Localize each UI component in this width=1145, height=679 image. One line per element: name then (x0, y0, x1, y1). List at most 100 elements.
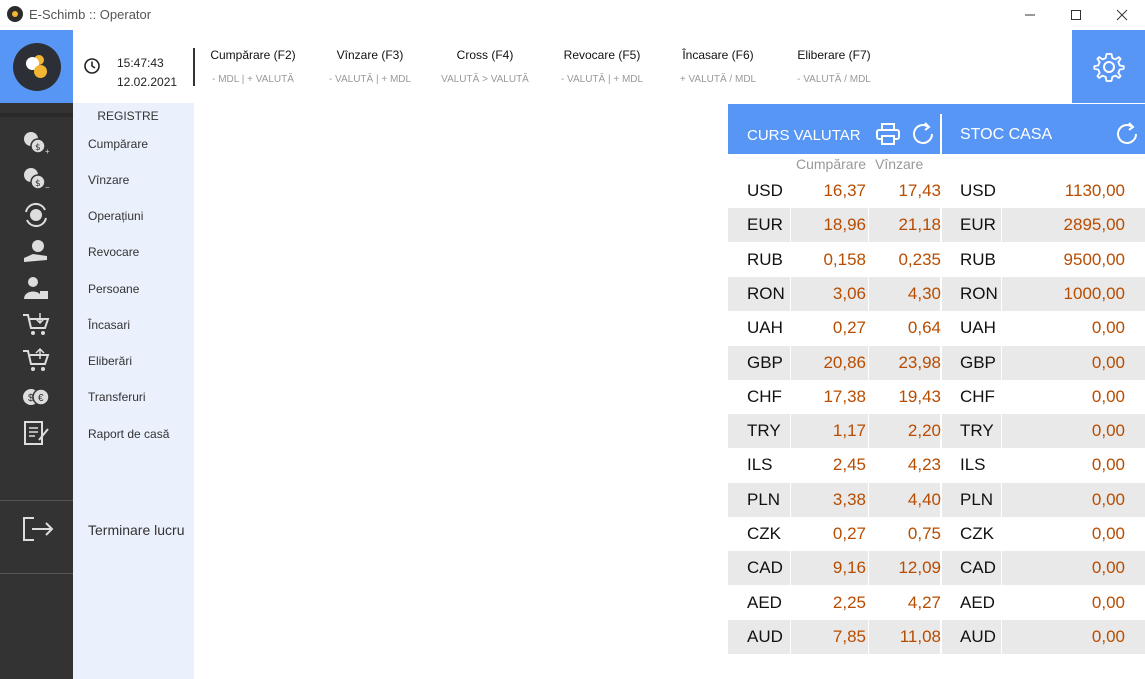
stock-amount: 9500,00 (1063, 249, 1125, 269)
rate-currency-code: CAD (747, 558, 783, 578)
sell-rate: 4,23 (907, 455, 941, 475)
rate-currency-code: AED (747, 592, 782, 612)
settings-button[interactable] (1072, 30, 1145, 103)
sell-rate: 11,08 (899, 626, 941, 646)
minimize-button[interactable] (1007, 0, 1053, 30)
stock-currency-code: RON (960, 283, 998, 303)
receipts-cart-icon[interactable] (21, 311, 51, 337)
sidebar-item-cash-report[interactable]: Raport de casă (88, 427, 169, 441)
close-button[interactable] (1099, 0, 1145, 30)
refresh-stock-icon[interactable] (1114, 121, 1140, 147)
sidebar-item-sell[interactable]: Vînzare (88, 173, 129, 187)
operations-icon[interactable] (21, 202, 51, 228)
maximize-button[interactable] (1053, 0, 1099, 30)
svg-text:−: − (45, 183, 50, 192)
stock-cell: AUD 0,00 (942, 619, 1145, 654)
operation-label: Încasare (F6) (682, 48, 754, 62)
logo-icon (12, 42, 61, 91)
rate-currency-code: PLN (747, 489, 781, 509)
revoke-operation-button[interactable]: Revocare (F5) - VALUTĂ | + MDL (554, 48, 650, 85)
currency-row: PLN 3,38 4,40 PLN 0,00 (728, 482, 1145, 517)
transfers-icon[interactable]: $ € (21, 384, 51, 410)
operation-label: Cross (F4) (456, 48, 514, 62)
svg-text:$: $ (35, 179, 41, 189)
rate-currency-code: USD (747, 181, 783, 200)
rate-cell: GBP 20,86 23,98 (728, 345, 941, 380)
stock-cell: RUB 9500,00 (942, 242, 1145, 277)
stock-cell: AED 0,00 (942, 585, 1145, 620)
buy-column-caption: Cumpărare (796, 156, 867, 172)
release-operation-button[interactable]: Eliberare (F7) - VALUTĂ / MDL (786, 48, 882, 85)
sell-rate: 19,43 (898, 386, 941, 406)
sell-rate: 4,40 (907, 489, 941, 509)
stock-amount: 0,00 (1091, 592, 1125, 612)
stock-cell: RON 1000,00 (942, 276, 1145, 311)
buy-rate: 17,38 (823, 386, 866, 406)
rate-currency-code: ILS (747, 455, 773, 475)
current-time: 15:47:43 (117, 56, 164, 70)
cross-operation-button[interactable]: Cross (F4) VALUTĂ > VALUTĂ (437, 48, 533, 85)
currency-row: USD 16,37 17,43 USD 1130,00 (728, 174, 1145, 208)
registers-menu: REGISTRE Cumpărare Vînzare Operațiuni Re… (73, 103, 194, 679)
currency-row: RON 3,06 4,30 RON 1000,00 (728, 276, 1145, 311)
sidebar-item-revoke[interactable]: Revocare (88, 245, 139, 259)
operation-subtitle: + VALUTĂ / MDL (679, 74, 757, 85)
stock-cell: CHF 0,00 (942, 379, 1145, 414)
stock-cell: ILS 0,00 (942, 448, 1145, 483)
rate-cell: PLN 3,38 4,40 (728, 482, 941, 517)
sidebar-item-receipts[interactable]: Încasari (88, 318, 130, 332)
currency-row: UAH 0,27 0,64 UAH 0,00 (728, 311, 1145, 346)
stock-amount: 0,00 (1091, 626, 1125, 646)
buy-operation-button[interactable]: Cumpărare (F2) - MDL | + VALUTĂ (205, 48, 301, 85)
sidebar-item-releases[interactable]: Eliberări (88, 354, 132, 368)
stock-amount: 0,00 (1091, 421, 1125, 441)
rate-cell: EUR 18,96 21,18 (728, 208, 941, 243)
buy-rate: 3,38 (832, 489, 866, 509)
currency-row: ILS 2,45 4,23 ILS 0,00 (728, 448, 1145, 483)
currency-row: AED 2,25 4,27 AED 0,00 (728, 585, 1145, 620)
end-work-button[interactable]: Terminare lucru (88, 522, 184, 538)
logout-icon[interactable] (20, 514, 56, 544)
stock-amount: 0,00 (1091, 489, 1125, 509)
stock-currency-code: ILS (960, 455, 986, 475)
stock-cell: TRY 0,00 (942, 414, 1145, 449)
buy-rate: 0,27 (832, 524, 866, 543)
sidebar-item-operations[interactable]: Operațiuni (88, 209, 143, 223)
sell-rate: 0,75 (907, 524, 941, 543)
stock-cell: USD 1130,00 (942, 174, 1145, 208)
buy-currency-icon[interactable]: $ + (21, 130, 51, 156)
cash-report-icon[interactable] (21, 420, 51, 446)
persons-icon[interactable] (21, 275, 51, 301)
stock-amount: 0,00 (1091, 318, 1125, 338)
sidebar-item-buy[interactable]: Cumpărare (88, 137, 148, 151)
rate-cell: AED 2,25 4,27 (728, 585, 941, 620)
sidebar-item-transfers[interactable]: Transferuri (88, 390, 146, 404)
operation-subtitle: - VALUTĂ | + MDL (328, 74, 412, 85)
currency-row: AUD 7,85 11,08 AUD 0,00 (728, 619, 1145, 654)
stock-currency-code: CAD (960, 558, 996, 578)
sell-operation-button[interactable]: Vînzare (F3) - VALUTĂ | + MDL (322, 48, 418, 85)
buy-rate: 20,86 (823, 352, 866, 372)
cash-stock-title: STOC CASA (960, 126, 1053, 143)
revoke-icon[interactable] (21, 238, 51, 264)
rate-currency-code: EUR (747, 215, 783, 235)
release-cart-icon[interactable] (21, 347, 51, 373)
rail-divider (0, 500, 73, 501)
refresh-rates-icon[interactable] (910, 121, 936, 147)
sell-rate: 12,09 (898, 558, 941, 578)
title-bar: E-Schimb :: Operator (0, 0, 1145, 30)
buy-rate: 7,85 (832, 626, 866, 646)
sell-currency-icon[interactable]: $ − (21, 166, 51, 192)
receipt-operation-button[interactable]: Încasare (F6) + VALUTĂ / MDL (670, 48, 766, 85)
print-icon[interactable] (875, 122, 901, 146)
buy-rate: 2,25 (832, 592, 866, 612)
currency-row: RUB 0,158 0,235 RUB 9500,00 (728, 242, 1145, 277)
rate-currency-code: RUB (747, 249, 783, 269)
gear-icon (1092, 52, 1125, 82)
sidebar-item-persons[interactable]: Persoane (88, 282, 139, 296)
operation-label: Revocare (F5) (563, 48, 641, 62)
svg-text:$: $ (28, 393, 34, 404)
currency-row: CAD 9,16 12,09 CAD 0,00 (728, 551, 1145, 586)
logo (0, 30, 73, 103)
rate-cell: CZK 0,27 0,75 (728, 517, 941, 551)
